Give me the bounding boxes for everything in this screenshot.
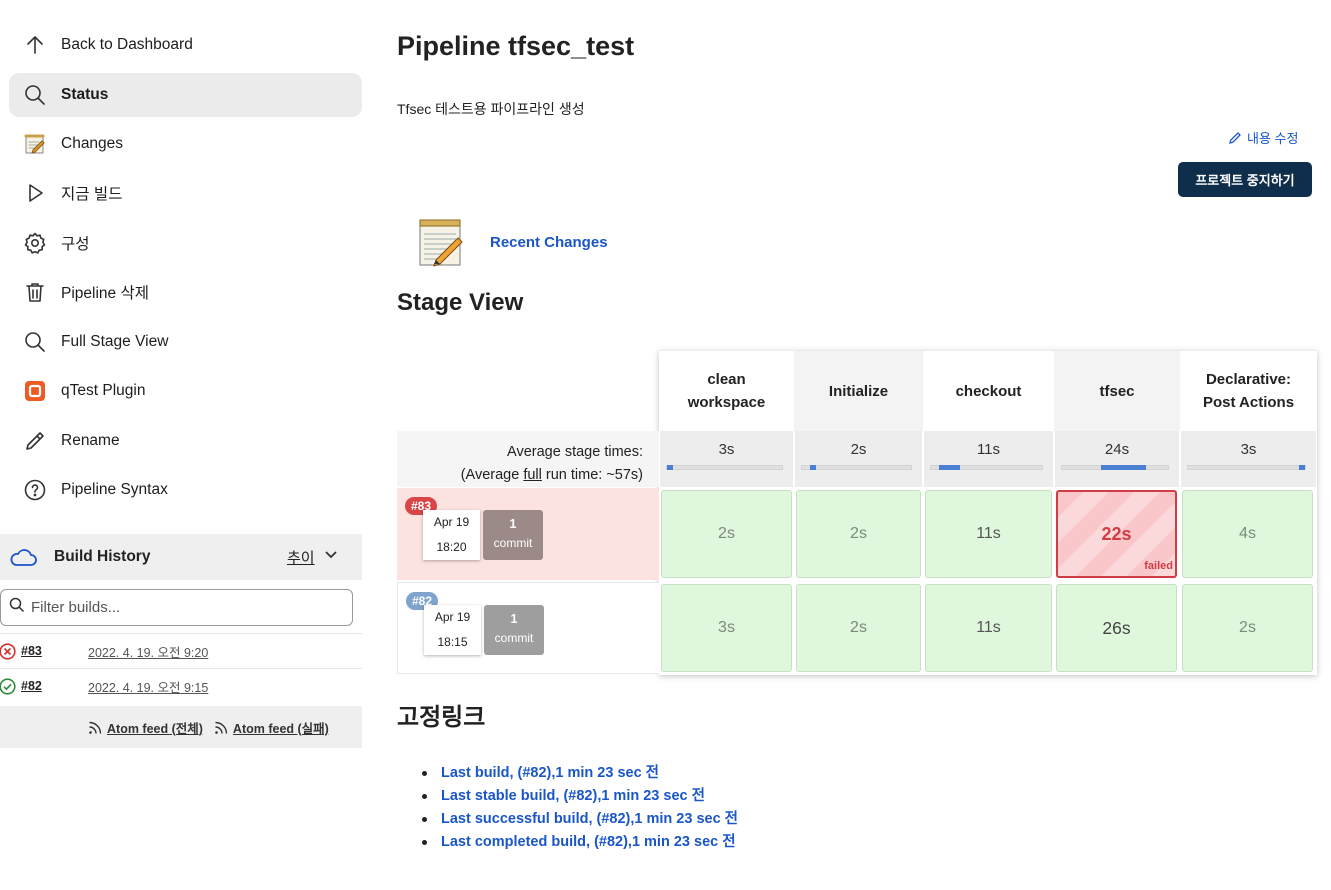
build-history-header: Build History 추이 xyxy=(0,534,362,580)
trash-icon xyxy=(9,280,61,304)
sidebar-item-label: Changes xyxy=(61,135,124,152)
chevron-down-icon[interactable] xyxy=(324,547,338,566)
stage-cell[interactable]: 11s xyxy=(925,584,1052,672)
play-icon xyxy=(9,181,61,205)
stage-header: Declarative: Post Actions xyxy=(1180,351,1317,431)
sidebar-item-qtest-plugin[interactable]: qTest Plugin xyxy=(9,369,362,413)
stage-average: 3s xyxy=(660,431,793,487)
help-icon xyxy=(9,478,61,502)
sidebar-item-label: 구성 xyxy=(61,236,90,253)
notepad-icon xyxy=(414,214,470,275)
stage-cell[interactable]: 2s xyxy=(796,584,921,672)
stage-build-row: #82 Apr 19 18:15 1 commit xyxy=(397,582,659,674)
average-progress-fill xyxy=(1101,465,1146,470)
build-date-card: Apr 19 18:15 xyxy=(424,605,481,655)
sidebar-item-label: 지금 빌드 xyxy=(61,186,123,203)
pencil-icon xyxy=(1229,131,1241,144)
stage-header: tfsec xyxy=(1054,351,1180,431)
disable-project-button[interactable]: 프로젝트 중지하기 xyxy=(1178,162,1312,197)
stage-average: 11s xyxy=(924,431,1053,487)
permalink-last-build[interactable]: Last build, (#82),1 min 23 sec 전 xyxy=(422,762,738,785)
permalink-last-completed-build[interactable]: Last completed build, (#82),1 min 23 sec… xyxy=(422,831,738,854)
success-icon xyxy=(0,677,19,695)
build-date-link[interactable]: 2022. 4. 19. 오전 9:15 xyxy=(88,677,208,696)
arrow-up-icon xyxy=(9,33,61,57)
pipeline-description: Tfsec 테스트용 파이프라인 생성 xyxy=(397,101,585,117)
stage-header: Initialize xyxy=(794,351,923,431)
stage-cell[interactable]: 3s xyxy=(661,584,792,672)
cloud-icon xyxy=(0,547,46,567)
trend-link[interactable]: 추이 xyxy=(287,547,315,568)
stage-cell[interactable]: 26s xyxy=(1056,584,1177,672)
sidebar-item-label: Full Stage View xyxy=(61,333,169,350)
build-history-title: Build History xyxy=(54,548,151,565)
average-stage-times-label: Average stage times: (Average full run t… xyxy=(397,431,659,487)
permalinks-list: Last build, (#82),1 min 23 sec 전 Last st… xyxy=(422,762,738,854)
edit-description-link[interactable]: 내용 수정 xyxy=(1228,128,1298,147)
sidebar-item-pipeline-syntax[interactable]: Pipeline Syntax xyxy=(9,468,362,512)
stage-cell[interactable]: 2s xyxy=(1182,584,1313,672)
stage-average: 24s xyxy=(1055,431,1179,487)
sidebar-item-rename[interactable]: Rename xyxy=(9,419,362,463)
commit-count-card[interactable]: 1 commit xyxy=(483,510,543,560)
permalink-last-stable-build[interactable]: Last stable build, (#82),1 min 23 sec 전 xyxy=(422,785,738,808)
permalinks-title: 고정링크 xyxy=(397,704,486,731)
stage-header: checkout xyxy=(923,351,1054,431)
stage-cell[interactable]: 11s xyxy=(925,490,1052,578)
search-icon xyxy=(1,597,25,618)
atom-feeds: Atom feed (전체) Atom feed (실패) xyxy=(0,706,362,748)
sidebar-item-label: Pipeline 삭제 xyxy=(61,285,149,302)
permalink-last-successful-build[interactable]: Last successful build, (#82),1 min 23 se… xyxy=(422,808,738,831)
sidebar-item-configure[interactable]: 구성 xyxy=(9,221,362,265)
sidebar-item-changes[interactable]: Changes xyxy=(9,122,362,166)
filter-builds-input[interactable] xyxy=(31,599,331,616)
sidebar-item-label: Rename xyxy=(61,432,120,449)
sidebar-item-status[interactable]: Status xyxy=(9,73,362,117)
pencil-icon xyxy=(9,429,61,453)
build-date-link[interactable]: 2022. 4. 19. 오전 9:20 xyxy=(88,642,208,661)
full-run-time-link[interactable]: full xyxy=(523,467,542,483)
average-progress-fill xyxy=(939,465,960,470)
stage-cell-failed[interactable]: 22s failed xyxy=(1056,490,1177,578)
stage-cell[interactable]: 2s xyxy=(796,490,921,578)
stage-average: 3s xyxy=(1181,431,1316,487)
recent-changes-link[interactable]: Recent Changes xyxy=(490,234,608,251)
gear-icon xyxy=(9,231,61,255)
stage-view-title: Stage View xyxy=(397,289,524,316)
stage-build-row: #83 Apr 19 18:20 1 commit xyxy=(397,488,659,580)
rss-icon xyxy=(215,721,228,734)
search-icon xyxy=(9,330,61,354)
average-progress-fill xyxy=(1299,465,1305,470)
atom-feed-failed-link[interactable]: Atom feed (실패) xyxy=(214,718,329,737)
stage-average: 2s xyxy=(795,431,922,487)
failed-tag: failed xyxy=(1144,560,1173,572)
failed-icon xyxy=(0,642,19,660)
atom-feed-all-link[interactable]: Atom feed (전체) xyxy=(88,718,203,737)
qtest-icon xyxy=(9,379,61,403)
filter-builds xyxy=(0,589,353,626)
average-progress-fill xyxy=(667,465,673,470)
build-history-row[interactable]: #83 2022. 4. 19. 오전 9:20 xyxy=(0,633,362,668)
sidebar-item-label: qTest Plugin xyxy=(61,382,146,399)
sidebar-item-full-stage-view[interactable]: Full Stage View xyxy=(9,320,362,364)
sidebar-item-label: Back to Dashboard xyxy=(61,36,193,53)
average-progress-fill xyxy=(810,465,816,470)
build-number-link[interactable]: #82 xyxy=(21,679,88,693)
sidebar-item-delete-pipeline[interactable]: Pipeline 삭제 xyxy=(9,270,362,314)
rss-icon xyxy=(89,721,102,734)
commit-count-card[interactable]: 1 commit xyxy=(484,605,544,655)
sidebar-item-back-to-dashboard[interactable]: Back to Dashboard xyxy=(9,23,362,67)
build-history-row[interactable]: #82 2022. 4. 19. 오전 9:15 xyxy=(0,668,362,703)
page-title: Pipeline tfsec_test xyxy=(397,31,635,61)
sidebar-item-label: Status xyxy=(61,86,109,103)
stage-cell[interactable]: 4s xyxy=(1182,490,1313,578)
stage-cell[interactable]: 2s xyxy=(661,490,792,578)
sidebar-item-label: Pipeline Syntax xyxy=(61,481,168,498)
notepad-icon xyxy=(9,132,61,156)
search-icon xyxy=(9,83,61,107)
stage-header: clean workspace xyxy=(659,351,794,431)
build-date-card: Apr 19 18:20 xyxy=(423,510,480,560)
sidebar-item-build-now[interactable]: 지금 빌드 xyxy=(9,171,362,215)
build-number-link[interactable]: #83 xyxy=(21,644,88,658)
